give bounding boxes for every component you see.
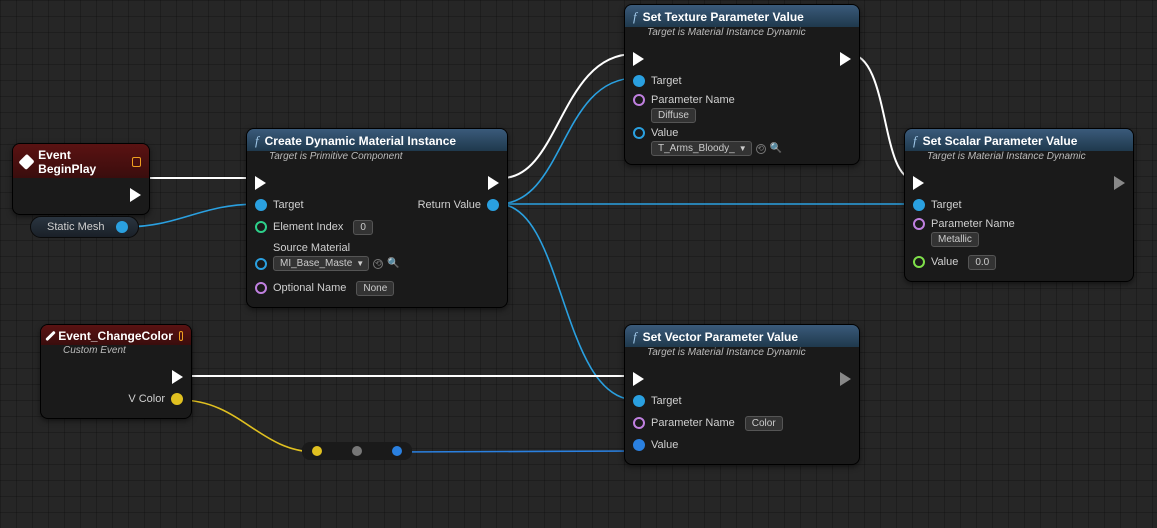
- node-title: Set Texture Parameter Value: [643, 10, 804, 24]
- function-icon: f: [255, 133, 259, 149]
- pin-label: Target: [651, 395, 682, 407]
- element-index-value[interactable]: 0: [353, 220, 373, 235]
- search-icon[interactable]: 🔍: [770, 143, 782, 154]
- output-pin[interactable]: [116, 221, 128, 233]
- pin-label: Value: [651, 439, 678, 451]
- exec-in-pin[interactable]: [255, 176, 266, 190]
- pin-label: Value: [651, 127, 678, 139]
- pin-label: Source Material: [273, 242, 350, 254]
- pin-label: Parameter Name: [931, 218, 1015, 230]
- pin-label: Value: [931, 256, 958, 268]
- exec-out-pin[interactable]: [130, 188, 141, 202]
- exec-out-pin[interactable]: [488, 176, 499, 190]
- target-pin[interactable]: [633, 75, 645, 87]
- node-set-scalar-parameter-value[interactable]: f Set Scalar Parameter Value Target is M…: [904, 128, 1134, 282]
- exec-in-pin[interactable]: [633, 52, 644, 66]
- node-header: Event BeginPlay: [13, 144, 149, 178]
- node-subtitle: Target is Material Instance Dynamic: [905, 151, 1133, 166]
- element-index-pin[interactable]: [255, 221, 267, 233]
- pin-label: Return Value: [418, 199, 481, 211]
- node-subtitle: Target is Material Instance Dynamic: [625, 347, 859, 362]
- node-header: f Set Vector Parameter Value: [625, 325, 859, 347]
- node-header: f Set Texture Parameter Value: [625, 5, 859, 27]
- exec-out-pin[interactable]: [1114, 176, 1125, 190]
- node-subtitle: Custom Event: [41, 345, 191, 360]
- variable-static-mesh[interactable]: Static Mesh: [30, 216, 139, 238]
- function-icon: f: [913, 133, 917, 149]
- node-title: Set Vector Parameter Value: [643, 330, 798, 344]
- node-set-texture-parameter-value[interactable]: f Set Texture Parameter Value Target is …: [624, 4, 860, 165]
- parameter-name-pin[interactable]: [913, 218, 925, 230]
- parameter-name-value[interactable]: Color: [745, 416, 783, 431]
- reroute-output-pin[interactable]: [392, 446, 402, 456]
- node-header: f Set Scalar Parameter Value: [905, 129, 1133, 151]
- pin-label: Optional Name: [273, 282, 346, 294]
- pin-label: Target: [273, 199, 304, 211]
- function-icon: f: [633, 9, 637, 25]
- exec-in-pin[interactable]: [633, 372, 644, 386]
- optional-name-value[interactable]: None: [356, 281, 394, 296]
- pin-label: V Color: [128, 393, 165, 405]
- event-icon: [18, 154, 34, 170]
- node-title: Event_ChangeColor: [58, 329, 173, 343]
- return-value-pin[interactable]: [487, 199, 499, 211]
- reroute-node[interactable]: [302, 442, 412, 460]
- parameter-name-pin[interactable]: [633, 417, 645, 429]
- node-title: Event BeginPlay: [38, 148, 125, 176]
- node-event-beginplay[interactable]: Event BeginPlay: [12, 143, 150, 215]
- value-input[interactable]: 0.0: [968, 255, 996, 270]
- pin-label: Parameter Name: [651, 94, 735, 106]
- search-icon[interactable]: 🔍: [387, 258, 399, 269]
- exec-out-pin[interactable]: [840, 52, 851, 66]
- exec-out-pin[interactable]: [172, 370, 183, 384]
- node-subtitle: Target is Material Instance Dynamic: [625, 27, 859, 42]
- parameter-name-value[interactable]: Diffuse: [651, 108, 696, 123]
- node-event-change-color[interactable]: Event_ChangeColor Custom Event V Color: [40, 324, 192, 419]
- reroute-dot: [352, 446, 362, 456]
- delegate-badge-icon[interactable]: [179, 331, 183, 341]
- source-material-dropdown[interactable]: MI_Base_Maste▼: [273, 256, 369, 271]
- value-pin[interactable]: [633, 439, 645, 451]
- pin-label: Target: [651, 75, 682, 87]
- optional-name-pin[interactable]: [255, 282, 267, 294]
- node-create-dynamic-material-instance[interactable]: f Create Dynamic Material Instance Targe…: [246, 128, 508, 308]
- reset-icon[interactable]: ⟲: [373, 259, 383, 269]
- variable-label: Static Mesh: [47, 221, 104, 233]
- exec-in-pin[interactable]: [913, 176, 924, 190]
- node-subtitle: Target is Primitive Component: [247, 151, 507, 166]
- value-pin[interactable]: [633, 127, 645, 139]
- chevron-down-icon: ▼: [739, 144, 747, 153]
- event-icon: [45, 331, 56, 342]
- node-header: f Create Dynamic Material Instance: [247, 129, 507, 151]
- pin-label: Element Index: [273, 221, 343, 233]
- pin-label: Parameter Name: [651, 417, 735, 429]
- parameter-name-value[interactable]: Metallic: [931, 232, 979, 247]
- value-pin[interactable]: [913, 256, 925, 268]
- exec-out-pin[interactable]: [840, 372, 851, 386]
- target-pin[interactable]: [913, 199, 925, 211]
- node-title: Create Dynamic Material Instance: [265, 134, 456, 148]
- source-material-pin[interactable]: [255, 258, 267, 270]
- reset-icon[interactable]: ⟲: [756, 144, 766, 154]
- pin-label: Target: [931, 199, 962, 211]
- parameter-name-pin[interactable]: [633, 94, 645, 106]
- value-dropdown[interactable]: T_Arms_Bloody_▼: [651, 141, 752, 156]
- function-icon: f: [633, 329, 637, 345]
- reroute-input-pin[interactable]: [312, 446, 322, 456]
- target-pin[interactable]: [255, 199, 267, 211]
- node-title: Set Scalar Parameter Value: [923, 134, 1078, 148]
- node-header: Event_ChangeColor: [41, 325, 191, 345]
- chevron-down-icon: ▼: [356, 259, 364, 268]
- node-set-vector-parameter-value[interactable]: f Set Vector Parameter Value Target is M…: [624, 324, 860, 465]
- delegate-badge-icon[interactable]: [132, 157, 141, 167]
- vcolor-pin[interactable]: [171, 393, 183, 405]
- target-pin[interactable]: [633, 395, 645, 407]
